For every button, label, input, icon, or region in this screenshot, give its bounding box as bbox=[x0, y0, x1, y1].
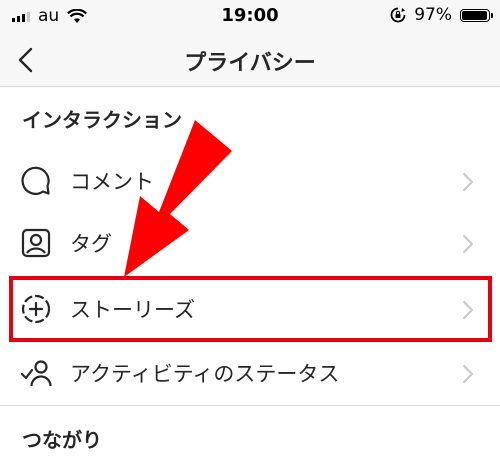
battery-percent: 97% bbox=[414, 5, 452, 25]
status-right: 97% bbox=[390, 5, 493, 25]
menu-item-stories[interactable]: ストーリーズ bbox=[0, 278, 500, 340]
chevron-right-icon bbox=[463, 173, 473, 191]
status-bar: au 19:00 97% bbox=[0, 0, 500, 34]
menu-item-label: コメント bbox=[70, 170, 154, 194]
menu-item-comments[interactable]: コメント bbox=[0, 150, 500, 212]
tag-person-icon bbox=[21, 228, 51, 258]
menu-item-activity-status[interactable]: アクティビティのステータス bbox=[0, 342, 500, 404]
story-add-icon bbox=[21, 294, 51, 324]
chevron-right-icon bbox=[463, 235, 473, 253]
menu-item-tags[interactable]: タグ bbox=[0, 212, 500, 274]
section-header-connections: つながり bbox=[22, 428, 102, 452]
chevron-right-icon bbox=[463, 365, 473, 383]
orientation-lock-icon bbox=[390, 7, 406, 23]
comment-icon bbox=[21, 166, 50, 195]
section-header-interaction: インタラクション bbox=[22, 108, 182, 132]
battery-fill bbox=[462, 10, 488, 20]
section-divider bbox=[0, 405, 500, 406]
activity-status-icon bbox=[20, 360, 52, 387]
menu-item-label: アクティビティのステータス bbox=[70, 362, 340, 386]
chevron-right-icon bbox=[463, 301, 473, 319]
nav-bar: プライバシー bbox=[0, 34, 500, 87]
battery-icon bbox=[460, 8, 493, 22]
menu-item-label: ストーリーズ bbox=[70, 298, 195, 322]
menu-item-label: タグ bbox=[70, 232, 112, 256]
page-title: プライバシー bbox=[184, 51, 316, 76]
